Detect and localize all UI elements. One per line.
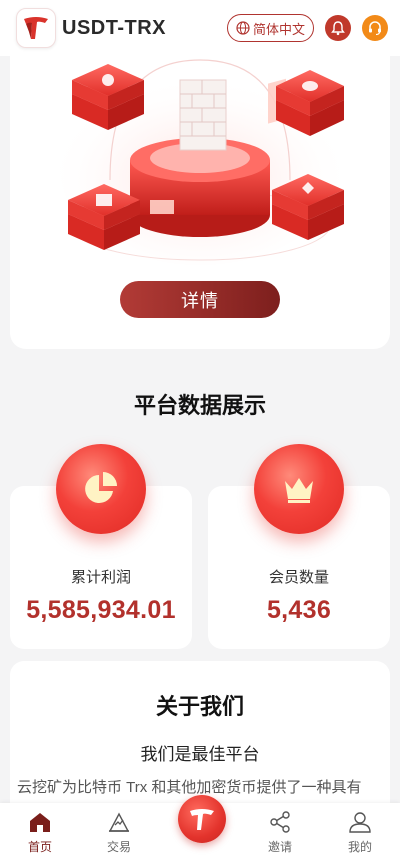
nav-label: 邀请 bbox=[267, 840, 292, 854]
home-icon bbox=[30, 813, 50, 832]
security-illustration bbox=[60, 59, 344, 265]
nav-item-profile[interactable]: 我的 bbox=[330, 811, 390, 855]
nav-item-invite[interactable]: 邀请 bbox=[250, 811, 310, 855]
bottom-nav: 首页 交易 邀请 我的 bbox=[0, 795, 400, 861]
center-logo-icon bbox=[190, 809, 214, 830]
nav-label: 首页 bbox=[27, 840, 52, 854]
stat-value: 5,436 bbox=[266, 596, 332, 624]
top-header: USDT-TRX 简体中文 bbox=[0, 0, 400, 56]
stat-card-members: 会员数量 5,436 bbox=[208, 444, 390, 649]
about-title: 关于我们 bbox=[155, 694, 244, 719]
share-icon bbox=[270, 811, 290, 833]
nav-item-trade[interactable]: 交易 bbox=[89, 811, 149, 855]
language-label: 简体中文 bbox=[252, 21, 305, 37]
logo-icon[interactable] bbox=[16, 8, 56, 48]
trade-icon bbox=[108, 812, 130, 832]
pie-chart-icon bbox=[56, 444, 146, 534]
app-title: USDT-TRX bbox=[62, 16, 166, 39]
crown-icon bbox=[254, 444, 344, 534]
stat-card-profit: 累计利润 5,585,934.01 bbox=[10, 444, 192, 649]
globe-icon bbox=[236, 21, 250, 35]
hero-card: 详情 bbox=[10, 40, 390, 349]
stat-label: 会员数量 bbox=[268, 569, 329, 586]
customer-service-button[interactable] bbox=[362, 15, 388, 41]
headset-icon bbox=[369, 21, 381, 36]
about-subtitle: 我们是最佳平台 bbox=[140, 745, 260, 764]
nav-item-home[interactable]: 首页 bbox=[10, 811, 70, 855]
language-button[interactable]: 简体中文 bbox=[226, 14, 314, 42]
details-button[interactable]: 详情 bbox=[120, 281, 280, 318]
user-icon bbox=[349, 812, 371, 833]
bell-icon bbox=[331, 21, 345, 36]
notification-button[interactable] bbox=[325, 15, 351, 41]
stat-value: 5,585,934.01 bbox=[26, 596, 176, 624]
stat-label: 累计利润 bbox=[70, 569, 131, 586]
stats-section-title: 平台数据展示 bbox=[133, 393, 266, 418]
nav-label: 我的 bbox=[347, 840, 372, 854]
nav-label: 交易 bbox=[106, 840, 131, 854]
center-logo-button[interactable] bbox=[178, 795, 226, 843]
